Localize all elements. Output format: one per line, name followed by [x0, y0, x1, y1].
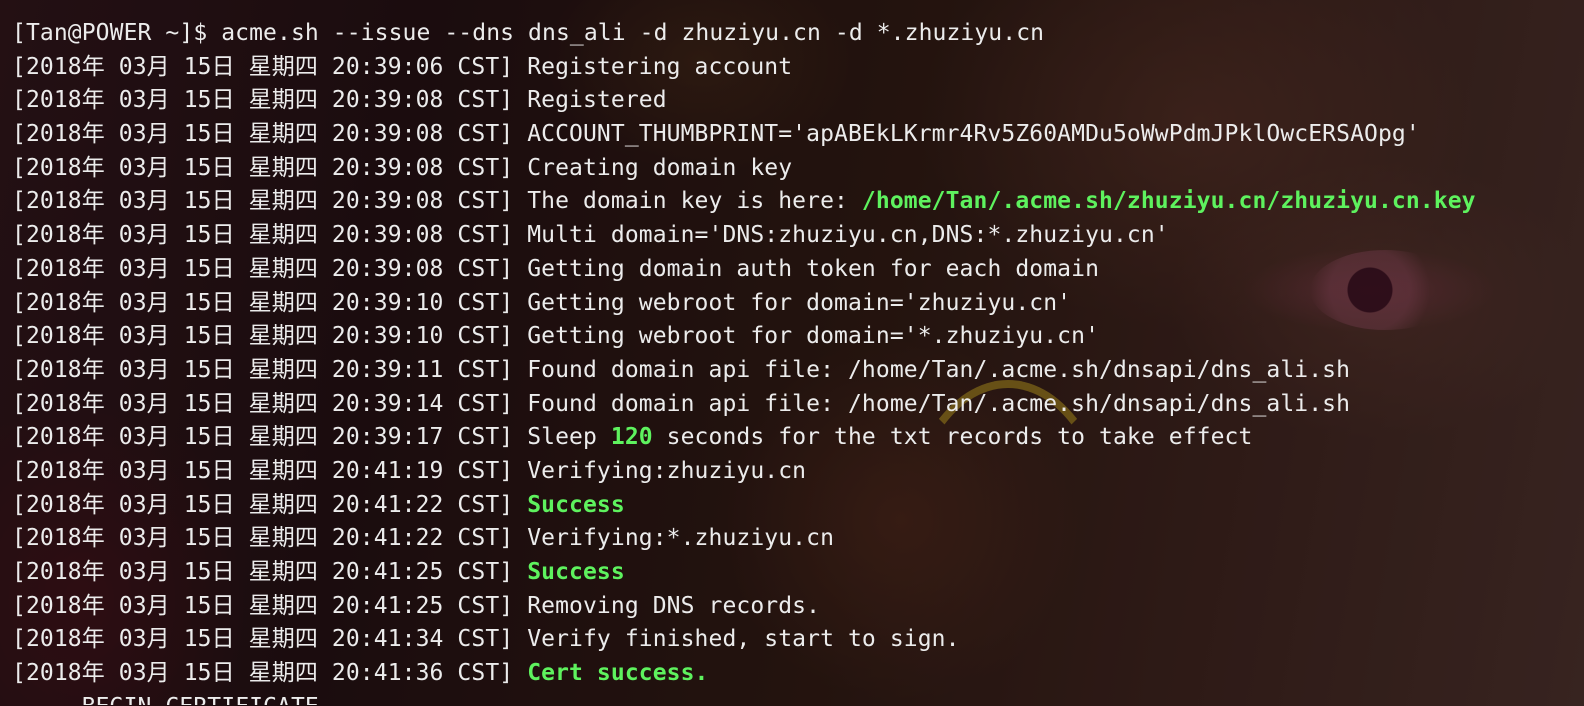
- log-message: Found domain api file: /home/Tan/.acme.s…: [527, 390, 1351, 417]
- log-highlight: 120: [610, 424, 653, 451]
- log-message: Getting webroot for domain='zhuziyu.cn': [527, 289, 1072, 316]
- log-timestamp: [2018年 03月 15日 星期四 20:39:10 CST]: [12, 289, 514, 316]
- log-timestamp: [2018年 03月 15日 星期四 20:39:17 CST]: [12, 424, 514, 451]
- log-timestamp: [2018年 03月 15日 星期四 20:39:14 CST]: [12, 390, 514, 417]
- terminal-output[interactable]: [Tan@POWER ~]$ acme.sh --issue --dns dns…: [12, 17, 1584, 706]
- log-message: Verify finished, start to sign.: [527, 626, 960, 653]
- log-message: Sleep: [527, 424, 611, 451]
- log-line: [2018年 03月 15日 星期四 20:39:08 CST] ACCOUNT…: [12, 118, 1584, 152]
- log-highlight: Success: [527, 491, 625, 518]
- log-line: [2018年 03月 15日 星期四 20:39:08 CST] Creatin…: [12, 152, 1584, 186]
- log-line: [2018年 03月 15日 星期四 20:39:08 CST] Multi d…: [12, 219, 1584, 253]
- log-timestamp: [2018年 03月 15日 星期四 20:39:06 CST]: [12, 53, 514, 80]
- log-message: Getting webroot for domain='*.zhuziyu.cn…: [527, 323, 1100, 350]
- log-timestamp: [2018年 03月 15日 星期四 20:39:11 CST]: [12, 356, 514, 383]
- log-line: [2018年 03月 15日 星期四 20:39:10 CST] Getting…: [12, 287, 1584, 321]
- log-line: [2018年 03月 15日 星期四 20:41:25 CST] Removin…: [12, 590, 1584, 624]
- log-lines: [2018年 03月 15日 星期四 20:39:06 CST] Registe…: [12, 51, 1584, 691]
- log-line: [2018年 03月 15日 星期四 20:41:36 CST] Cert su…: [12, 657, 1584, 691]
- log-message: Verifying:*.zhuziyu.cn: [527, 525, 835, 552]
- log-timestamp: [2018年 03月 15日 星期四 20:39:08 CST]: [12, 255, 514, 282]
- log-message: Verifying:zhuziyu.cn: [527, 457, 807, 484]
- log-line: [2018年 03月 15日 星期四 20:39:14 CST] Found d…: [12, 388, 1584, 422]
- log-highlight: Cert success.: [527, 660, 709, 687]
- log-timestamp: [2018年 03月 15日 星期四 20:39:08 CST]: [12, 222, 514, 249]
- log-line: [2018年 03月 15日 星期四 20:39:11 CST] Found d…: [12, 354, 1584, 388]
- log-timestamp: [2018年 03月 15日 星期四 20:39:08 CST]: [12, 87, 514, 114]
- log-message: ACCOUNT_THUMBPRINT='apABEkLKrmr4Rv5Z60AM…: [527, 121, 1420, 148]
- log-line: [2018年 03月 15日 星期四 20:39:08 CST] The dom…: [12, 185, 1584, 219]
- log-line: [2018年 03月 15日 星期四 20:39:06 CST] Registe…: [12, 51, 1584, 85]
- log-line: [2018年 03月 15日 星期四 20:41:25 CST] Success: [12, 556, 1584, 590]
- log-message: Registered: [527, 87, 667, 114]
- log-timestamp: [2018年 03月 15日 星期四 20:41:34 CST]: [12, 626, 514, 653]
- log-line: [2018年 03月 15日 星期四 20:39:08 CST] Getting…: [12, 253, 1584, 287]
- log-line: [2018年 03月 15日 星期四 20:41:34 CST] Verify …: [12, 623, 1584, 657]
- command-prompt-line: [Tan@POWER ~]$ acme.sh --issue --dns dns…: [12, 20, 1045, 46]
- log-timestamp: [2018年 03月 15日 星期四 20:41:25 CST]: [12, 592, 514, 619]
- log-line: [2018年 03月 15日 星期四 20:39:17 CST] Sleep 1…: [12, 421, 1584, 455]
- log-timestamp: [2018年 03月 15日 星期四 20:41:22 CST]: [12, 525, 514, 552]
- log-message: Registering account: [527, 53, 793, 80]
- log-message: Getting domain auth token for each domai…: [527, 255, 1100, 282]
- log-line: [2018年 03月 15日 星期四 20:41:22 CST] Success: [12, 489, 1584, 523]
- log-timestamp: [2018年 03月 15日 星期四 20:41:19 CST]: [12, 457, 514, 484]
- log-line: [2018年 03月 15日 星期四 20:39:08 CST] Registe…: [12, 84, 1584, 118]
- log-line: [2018年 03月 15日 星期四 20:41:22 CST] Verifyi…: [12, 522, 1584, 556]
- log-timestamp: [2018年 03月 15日 星期四 20:39:10 CST]: [12, 323, 514, 350]
- log-timestamp: [2018年 03月 15日 星期四 20:39:08 CST]: [12, 154, 514, 181]
- log-timestamp: [2018年 03月 15日 星期四 20:41:22 CST]: [12, 491, 514, 518]
- log-highlight: /home/Tan/.acme.sh/zhuziyu.cn/zhuziyu.cn…: [861, 188, 1476, 215]
- log-message: Multi domain='DNS:zhuziyu.cn,DNS:*.zhuzi…: [527, 222, 1169, 249]
- log-message-tail: seconds for the txt records to take effe…: [652, 424, 1253, 451]
- log-timestamp: [2018年 03月 15日 星期四 20:39:08 CST]: [12, 188, 514, 215]
- log-message: The domain key is here:: [527, 188, 862, 215]
- log-timestamp: [2018年 03月 15日 星期四 20:41:25 CST]: [12, 559, 514, 585]
- log-message: Creating domain key: [527, 154, 793, 181]
- certificate-begin-line: -----BEGIN CERTIFICATE-----: [12, 691, 1584, 705]
- log-timestamp: [2018年 03月 15日 星期四 20:41:36 CST]: [12, 660, 514, 687]
- log-line: [2018年 03月 15日 星期四 20:41:19 CST] Verifyi…: [12, 455, 1584, 489]
- log-message: Removing DNS records.: [527, 592, 821, 619]
- log-timestamp: [2018年 03月 15日 星期四 20:39:08 CST]: [12, 121, 514, 148]
- log-message: Found domain api file: /home/Tan/.acme.s…: [527, 356, 1351, 383]
- log-highlight: Success: [527, 559, 625, 585]
- log-line: [2018年 03月 15日 星期四 20:39:10 CST] Getting…: [12, 320, 1584, 354]
